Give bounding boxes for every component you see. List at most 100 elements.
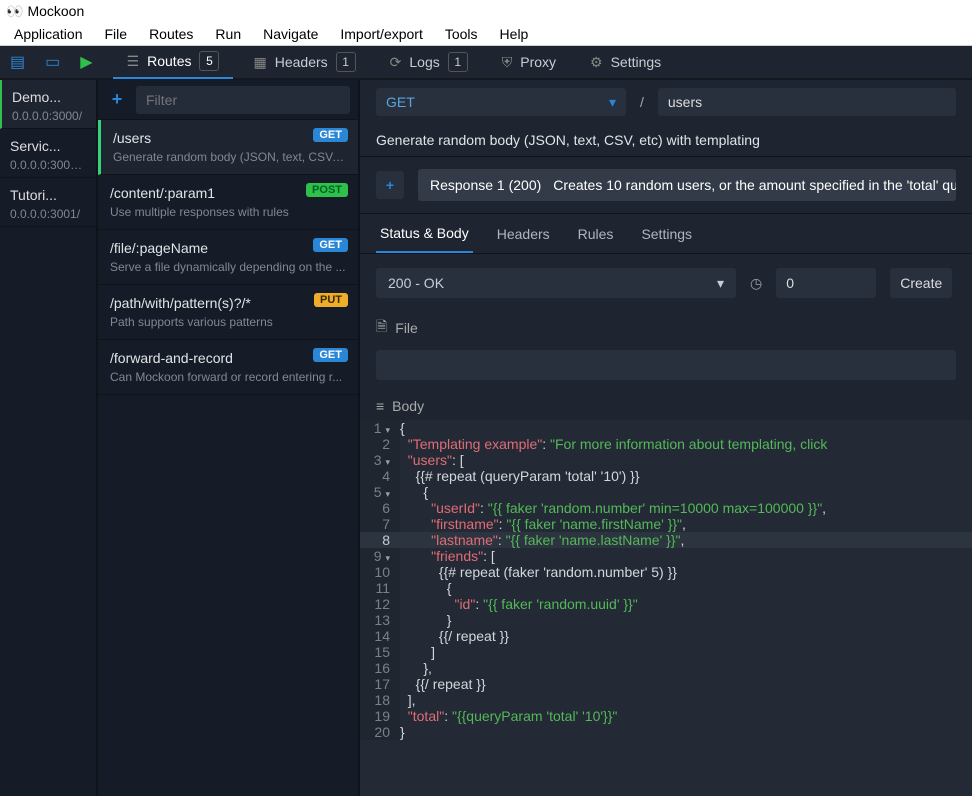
line-gutter: 9 ▾ <box>360 548 400 564</box>
line-gutter: 20 <box>360 724 400 740</box>
tab-headers[interactable]: ▦Headers1 <box>239 45 369 79</box>
line-gutter: 10 <box>360 564 400 580</box>
response-desc: Creates 10 random users, or the amount s… <box>553 177 956 193</box>
file-label: File <box>395 320 418 336</box>
code-line[interactable]: } <box>400 612 972 628</box>
menu-navigate[interactable]: Navigate <box>253 24 328 44</box>
create-button[interactable]: Create <box>890 268 952 298</box>
route-item[interactable]: /forward-and-recordCan Mockoon forward o… <box>98 340 358 395</box>
clock-icon: ◷ <box>750 275 762 292</box>
env-addr: 0.0.0.0:3000... <box>10 158 86 172</box>
menu-application[interactable]: Application <box>4 24 93 44</box>
code-line[interactable]: } <box>400 724 972 740</box>
method-badge: PUT <box>314 293 348 307</box>
menu-importexport[interactable]: Import/export <box>330 24 432 44</box>
code-line[interactable]: "firstname": "{{ faker 'name.firstName' … <box>400 516 972 532</box>
route-item[interactable]: /users Generate random body (JSON, text, … <box>98 120 358 175</box>
line-gutter: 3 ▾ <box>360 452 400 468</box>
refresh-icon: ⟳ <box>390 54 402 71</box>
response-selector[interactable]: Response 1 (200) Creates 10 random users… <box>418 169 956 201</box>
env-item[interactable]: Demo...0.0.0.0:3000/ <box>0 80 96 129</box>
menubar: ApplicationFileRoutesRunNavigateImport/e… <box>0 22 972 46</box>
code-line[interactable]: {{/ repeat }} <box>400 628 972 644</box>
method-badge: GET <box>313 128 348 142</box>
menu-routes[interactable]: Routes <box>139 24 203 44</box>
route-path: /users <box>113 130 346 146</box>
status-select[interactable]: 200 - OK ▾ <box>376 268 736 298</box>
menu-file[interactable]: File <box>95 24 138 44</box>
subtab-settings[interactable]: Settings <box>637 216 696 252</box>
tab-routes[interactable]: ☰ Routes 5 <box>113 45 234 79</box>
line-gutter: 15 <box>360 644 400 660</box>
code-line[interactable]: ] <box>400 644 972 660</box>
shield-icon: ⛨ <box>502 54 513 71</box>
path-input[interactable] <box>658 88 956 116</box>
subtab-rules[interactable]: Rules <box>574 216 618 252</box>
status-value: 200 - OK <box>388 275 444 291</box>
route-path: /file/:pageName <box>110 240 346 256</box>
method-value: GET <box>386 94 415 110</box>
code-line[interactable]: "users": [ <box>400 452 972 468</box>
response-subtabs: Status & Body Headers Rules Settings <box>360 214 972 254</box>
route-content: GET ▾ / Generate random body (JSON, text… <box>360 80 972 796</box>
route-path: /forward-and-record <box>110 350 346 366</box>
play-icon[interactable]: ▶ <box>80 52 92 72</box>
menu-help[interactable]: Help <box>490 24 539 44</box>
route-item[interactable]: /file/:pageNameServe a file dynamically … <box>98 230 358 285</box>
chevron-down-icon: ▾ <box>609 94 616 111</box>
filter-input[interactable] <box>136 86 350 114</box>
tab-count: 1 <box>448 52 468 72</box>
open-folder-icon[interactable]: ▭ <box>45 52 60 72</box>
env-name: Tutori... <box>10 187 86 203</box>
code-line[interactable]: { <box>400 420 972 436</box>
code-line[interactable]: ], <box>400 692 972 708</box>
subtab-headers[interactable]: Headers <box>493 216 554 252</box>
add-response-button[interactable]: + <box>376 171 404 199</box>
code-line[interactable]: "userId": "{{ faker 'random.number' min=… <box>400 500 972 516</box>
tab-label: Logs <box>409 54 439 70</box>
route-desc: Generate random body (JSON, text, CSV, e… <box>113 150 346 164</box>
line-gutter: 14 <box>360 628 400 644</box>
line-gutter: 17 <box>360 676 400 692</box>
route-item[interactable]: /content/:param1Use multiple responses w… <box>98 175 358 230</box>
tab-label: Routes <box>147 53 191 69</box>
line-gutter: 19 <box>360 708 400 724</box>
code-line[interactable]: {{/ repeat }} <box>400 676 972 692</box>
code-line[interactable]: "total": "{{queryParam 'total' '10'}}" <box>400 708 972 724</box>
route-item[interactable]: /path/with/pattern(s)?/*Path supports va… <box>98 285 358 340</box>
routes-panel: + /users Generate random body (JSON, text… <box>98 80 360 796</box>
menu-tools[interactable]: Tools <box>435 24 488 44</box>
env-item[interactable]: Tutori...0.0.0.0:3001/ <box>0 178 96 227</box>
headers-icon: ▦ <box>253 54 266 71</box>
tab-settings[interactable]: ⚙Settings <box>576 45 675 79</box>
line-gutter: 4 <box>360 468 400 484</box>
add-route-button[interactable]: + <box>98 80 136 120</box>
code-line[interactable]: }, <box>400 660 972 676</box>
code-line[interactable]: "Templating example": "For more informat… <box>400 436 972 452</box>
new-env-icon[interactable]: ▤ <box>10 52 25 72</box>
route-desc: Use multiple responses with rules <box>110 205 346 219</box>
delay-input[interactable] <box>776 268 876 298</box>
code-line[interactable]: "id": "{{ faker 'random.uuid' }}" <box>400 596 972 612</box>
menu-run[interactable]: Run <box>205 24 251 44</box>
env-item[interactable]: Servic...0.0.0.0:3000... <box>0 129 96 178</box>
code-line[interactable]: { <box>400 484 972 500</box>
line-gutter: 2 <box>360 436 400 452</box>
code-line[interactable]: {{# repeat (faker 'random.number' 5) }} <box>400 564 972 580</box>
method-select[interactable]: GET ▾ <box>376 88 626 116</box>
file-path-input[interactable] <box>376 350 956 380</box>
env-addr: 0.0.0.0:3000/ <box>12 109 86 123</box>
code-line[interactable]: { <box>400 580 972 596</box>
sliders-icon: ☰ <box>127 53 140 70</box>
response-label: Response 1 (200) <box>430 177 541 193</box>
tab-logs[interactable]: ⟳ Logs 1 <box>376 45 482 79</box>
line-gutter: 13 <box>360 612 400 628</box>
subtab-status---body[interactable]: Status & Body <box>376 215 473 253</box>
code-line[interactable]: "lastname": "{{ faker 'name.lastName' }}… <box>400 532 972 548</box>
body-editor[interactable]: 1 ▾{2 "Templating example": "For more in… <box>360 420 972 796</box>
tab-count: 5 <box>199 51 219 71</box>
tab-proxy[interactable]: ⛨Proxy <box>488 45 570 79</box>
line-gutter: 12 <box>360 596 400 612</box>
code-line[interactable]: "friends": [ <box>400 548 972 564</box>
code-line[interactable]: {{# repeat (queryParam 'total' '10') }} <box>400 468 972 484</box>
